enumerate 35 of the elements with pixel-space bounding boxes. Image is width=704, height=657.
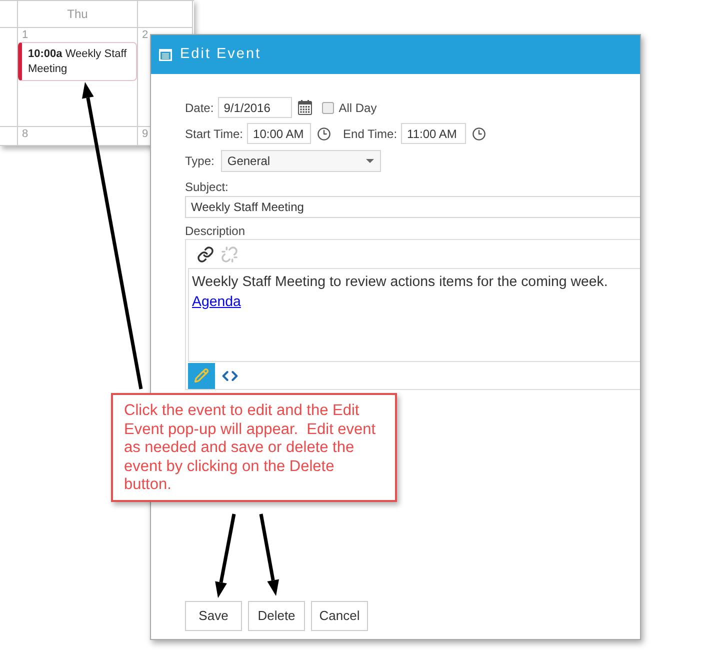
date-label: Date: [185, 100, 214, 116]
clock-icon[interactable] [317, 126, 332, 140]
dialog-title: Edit Event [180, 44, 262, 64]
start-time-field[interactable]: 10:00 AM [247, 123, 312, 144]
date-field[interactable]: 9/1/2016 [218, 97, 292, 118]
caret-icon [366, 159, 374, 163]
day-number: 2 [142, 29, 148, 42]
description-text: Weekly Staff Meeting to review actions items for the coming week. [192, 273, 608, 292]
dialog-button[interactable]: Cancel [311, 601, 368, 631]
subject-field[interactable]: Weekly Staff Meeting [185, 196, 640, 218]
pencil-icon [194, 368, 209, 383]
list-box-icon [159, 48, 172, 60]
start-time-label: Start Time: [185, 126, 244, 142]
end-time-field[interactable]: 11:00 AM [401, 123, 466, 144]
type-dropdown[interactable]: General [221, 150, 382, 172]
event-text: 10:00a Weekly Staff Meeting [28, 47, 128, 77]
end-time-label: End Time: [343, 126, 398, 142]
all-day-label: All Day [338, 100, 377, 116]
editor-area[interactable]: Weekly Staff Meeting to review actions items for the coming week. Agenda [188, 268, 640, 362]
all-day-checkbox[interactable] [322, 102, 334, 114]
event-card[interactable]: 10:00a Weekly Staff Meeting [18, 42, 137, 81]
calendar-icon[interactable] [298, 100, 312, 115]
agenda-link[interactable]: Agenda [192, 292, 241, 312]
day-number: 9 [142, 128, 148, 141]
link-icon[interactable] [197, 246, 214, 262]
day-number: 8 [22, 128, 28, 141]
day-number: 1 [22, 29, 28, 42]
weekday-header: Thu [67, 6, 88, 23]
dialog-button[interactable]: Save [185, 601, 242, 631]
subject-label: Subject: [185, 180, 228, 194]
clock-icon[interactable] [472, 126, 486, 140]
callout: Click the event to edit and the Edit Event pop-up will appear. Edit event as needed and save or delete the event by clicking on the Delete button. [111, 393, 397, 502]
description-label: Description [185, 224, 246, 238]
type-label: Type: [185, 153, 214, 170]
dialog-button[interactable]: Delete [248, 601, 305, 631]
